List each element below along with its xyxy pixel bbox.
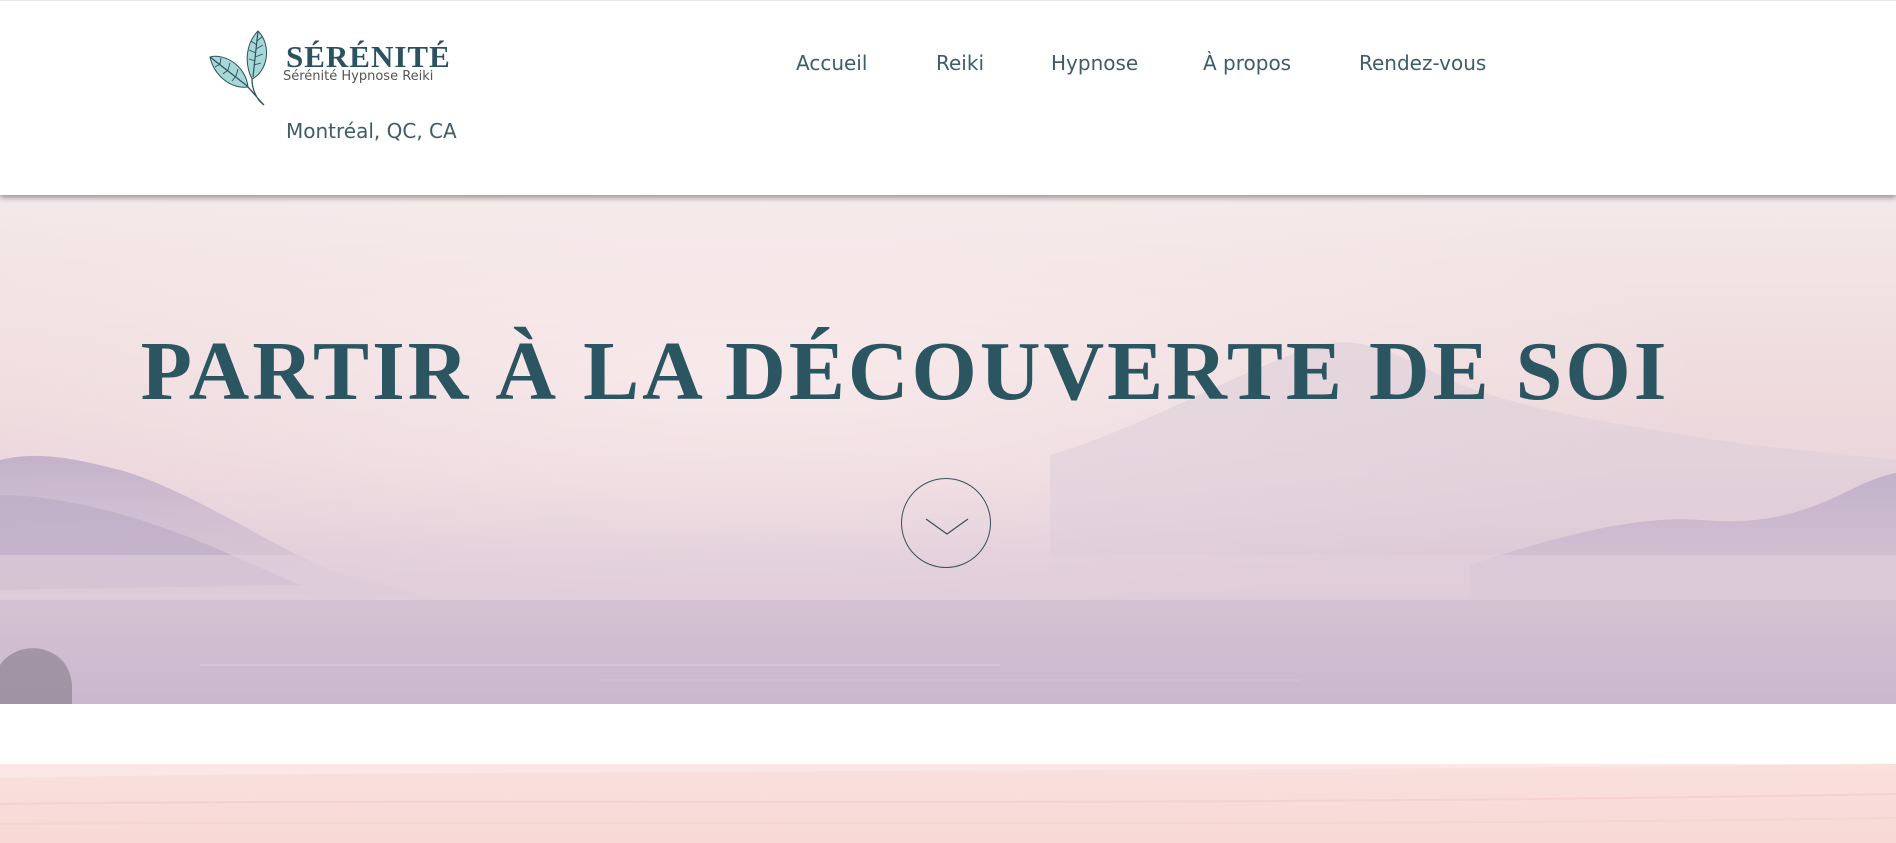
hero-background-image [0, 195, 1896, 704]
nav-item-accueil[interactable]: Accueil [796, 51, 867, 75]
next-section-background [0, 764, 1896, 843]
scroll-down-button[interactable] [901, 478, 991, 568]
main-nav: Accueil Reiki Hypnose À propos Rendez-vo… [0, 51, 1896, 81]
nav-item-rendez-vous[interactable]: Rendez-vous [1359, 51, 1486, 75]
hero-section: PARTIR À LA DÉCOUVERTE DE SOI [0, 195, 1896, 704]
location-text: Montréal, QC, CA [286, 119, 457, 143]
site-header: SÉRÉNITÉ Sérénité Hypnose Reiki Montréal… [0, 0, 1896, 195]
nav-item-a-propos[interactable]: À propos [1203, 51, 1291, 75]
next-section-banner [0, 764, 1896, 843]
section-divider [0, 704, 1896, 764]
chevron-down-icon [925, 518, 969, 535]
nav-item-reiki[interactable]: Reiki [936, 51, 984, 75]
hero-title: PARTIR À LA DÉCOUVERTE DE SOI [140, 325, 1670, 418]
nav-item-hypnose[interactable]: Hypnose [1051, 51, 1138, 75]
